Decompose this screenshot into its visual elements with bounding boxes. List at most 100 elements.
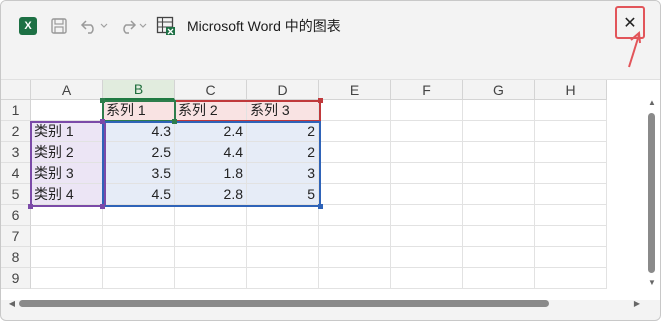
redo-icon[interactable]	[118, 14, 138, 38]
row-header-9[interactable]: 9	[1, 268, 31, 289]
cell-c2[interactable]: 2.4	[175, 121, 247, 142]
range-handle[interactable]	[100, 98, 105, 103]
cell-d7[interactable]	[247, 226, 319, 247]
excel-sheet-icon[interactable]	[155, 14, 177, 38]
cell-d9[interactable]	[247, 268, 319, 289]
cell-h5[interactable]	[535, 184, 607, 205]
cell-f5[interactable]	[391, 184, 463, 205]
row-header-1[interactable]: 1	[1, 100, 31, 121]
cell-g6[interactable]	[463, 205, 535, 226]
horizontal-scroll-thumb[interactable]	[19, 300, 549, 307]
range-handle[interactable]	[172, 119, 177, 124]
cell-d6[interactable]	[247, 205, 319, 226]
cell-g1[interactable]	[463, 100, 535, 121]
redo-dropdown-chevron-icon[interactable]	[138, 14, 148, 38]
cell-d3[interactable]: 2	[247, 142, 319, 163]
cell-a2[interactable]: 类别 1	[31, 121, 103, 142]
cell-h9[interactable]	[535, 268, 607, 289]
cell-c4[interactable]: 1.8	[175, 163, 247, 184]
cell-f4[interactable]	[391, 163, 463, 184]
cell-g5[interactable]	[463, 184, 535, 205]
row-header-5[interactable]: 5	[1, 184, 31, 205]
column-header-b[interactable]: B	[103, 80, 175, 100]
cell-g7[interactable]	[463, 226, 535, 247]
cell-h6[interactable]	[535, 205, 607, 226]
cell-f8[interactable]	[391, 247, 463, 268]
cell-f3[interactable]	[391, 142, 463, 163]
cell-h8[interactable]	[535, 247, 607, 268]
cell-h4[interactable]	[535, 163, 607, 184]
select-all-corner[interactable]	[1, 80, 31, 100]
range-handle[interactable]	[28, 204, 33, 209]
cell-a1[interactable]	[31, 100, 103, 121]
row-header-8[interactable]: 8	[1, 247, 31, 268]
cell-a9[interactable]	[31, 268, 103, 289]
undo-dropdown-chevron-icon[interactable]	[99, 14, 109, 38]
cell-a7[interactable]	[31, 226, 103, 247]
cell-a8[interactable]	[31, 247, 103, 268]
cell-b1[interactable]: 系列 1	[103, 100, 175, 121]
range-handle[interactable]	[100, 204, 105, 209]
row-header-7[interactable]: 7	[1, 226, 31, 247]
scroll-left-icon[interactable]: ◀	[5, 297, 19, 311]
cell-a6[interactable]	[31, 205, 103, 226]
undo-icon[interactable]	[79, 14, 99, 38]
cell-a4[interactable]: 类别 3	[31, 163, 103, 184]
cell-e1[interactable]	[319, 100, 391, 121]
column-header-a[interactable]: A	[31, 80, 103, 100]
cell-e8[interactable]	[319, 247, 391, 268]
cell-f9[interactable]	[391, 268, 463, 289]
range-handle[interactable]	[100, 119, 105, 124]
cell-d2[interactable]: 2	[247, 121, 319, 142]
horizontal-scrollbar[interactable]: ◀ ▶	[1, 297, 646, 311]
cell-e7[interactable]	[319, 226, 391, 247]
column-header-f[interactable]: F	[391, 80, 463, 100]
cell-d1[interactable]: 系列 3	[247, 100, 319, 121]
cell-b3[interactable]: 2.5	[103, 142, 175, 163]
cell-f1[interactable]	[391, 100, 463, 121]
column-header-g[interactable]: G	[463, 80, 535, 100]
save-icon[interactable]	[49, 14, 69, 38]
column-header-d[interactable]: D	[247, 80, 319, 100]
cell-f6[interactable]	[391, 205, 463, 226]
cell-c7[interactable]	[175, 226, 247, 247]
row-header-3[interactable]: 3	[1, 142, 31, 163]
cell-g9[interactable]	[463, 268, 535, 289]
range-handle[interactable]	[318, 98, 323, 103]
cell-f7[interactable]	[391, 226, 463, 247]
cell-c1[interactable]: 系列 2	[175, 100, 247, 121]
cell-b9[interactable]	[103, 268, 175, 289]
column-header-e[interactable]: E	[319, 80, 391, 100]
cell-e2[interactable]	[319, 121, 391, 142]
cell-b7[interactable]	[103, 226, 175, 247]
cell-b6[interactable]	[103, 205, 175, 226]
scroll-up-icon[interactable]: ▲	[646, 97, 658, 109]
cell-h2[interactable]	[535, 121, 607, 142]
cell-e3[interactable]	[319, 142, 391, 163]
row-header-2[interactable]: 2	[1, 121, 31, 142]
scroll-right-icon[interactable]: ▶	[630, 297, 644, 311]
cell-h1[interactable]	[535, 100, 607, 121]
cell-g2[interactable]	[463, 121, 535, 142]
cell-b5[interactable]: 4.5	[103, 184, 175, 205]
cell-e4[interactable]	[319, 163, 391, 184]
cell-a3[interactable]: 类别 2	[31, 142, 103, 163]
cell-f2[interactable]	[391, 121, 463, 142]
vertical-scroll-thumb[interactable]	[648, 113, 655, 273]
cell-a5[interactable]: 类别 4	[31, 184, 103, 205]
cell-c8[interactable]	[175, 247, 247, 268]
cell-e5[interactable]	[319, 184, 391, 205]
cell-g4[interactable]	[463, 163, 535, 184]
cell-h3[interactable]	[535, 142, 607, 163]
row-header-6[interactable]: 6	[1, 205, 31, 226]
cell-c3[interactable]: 4.4	[175, 142, 247, 163]
cell-e9[interactable]	[319, 268, 391, 289]
cell-d8[interactable]	[247, 247, 319, 268]
row-header-4[interactable]: 4	[1, 163, 31, 184]
cell-d5[interactable]: 5	[247, 184, 319, 205]
scroll-down-icon[interactable]: ▼	[646, 277, 658, 289]
cell-b8[interactable]	[103, 247, 175, 268]
cell-c5[interactable]: 2.8	[175, 184, 247, 205]
vertical-scrollbar[interactable]: ▲ ▼	[646, 97, 658, 289]
column-header-c[interactable]: C	[175, 80, 247, 100]
